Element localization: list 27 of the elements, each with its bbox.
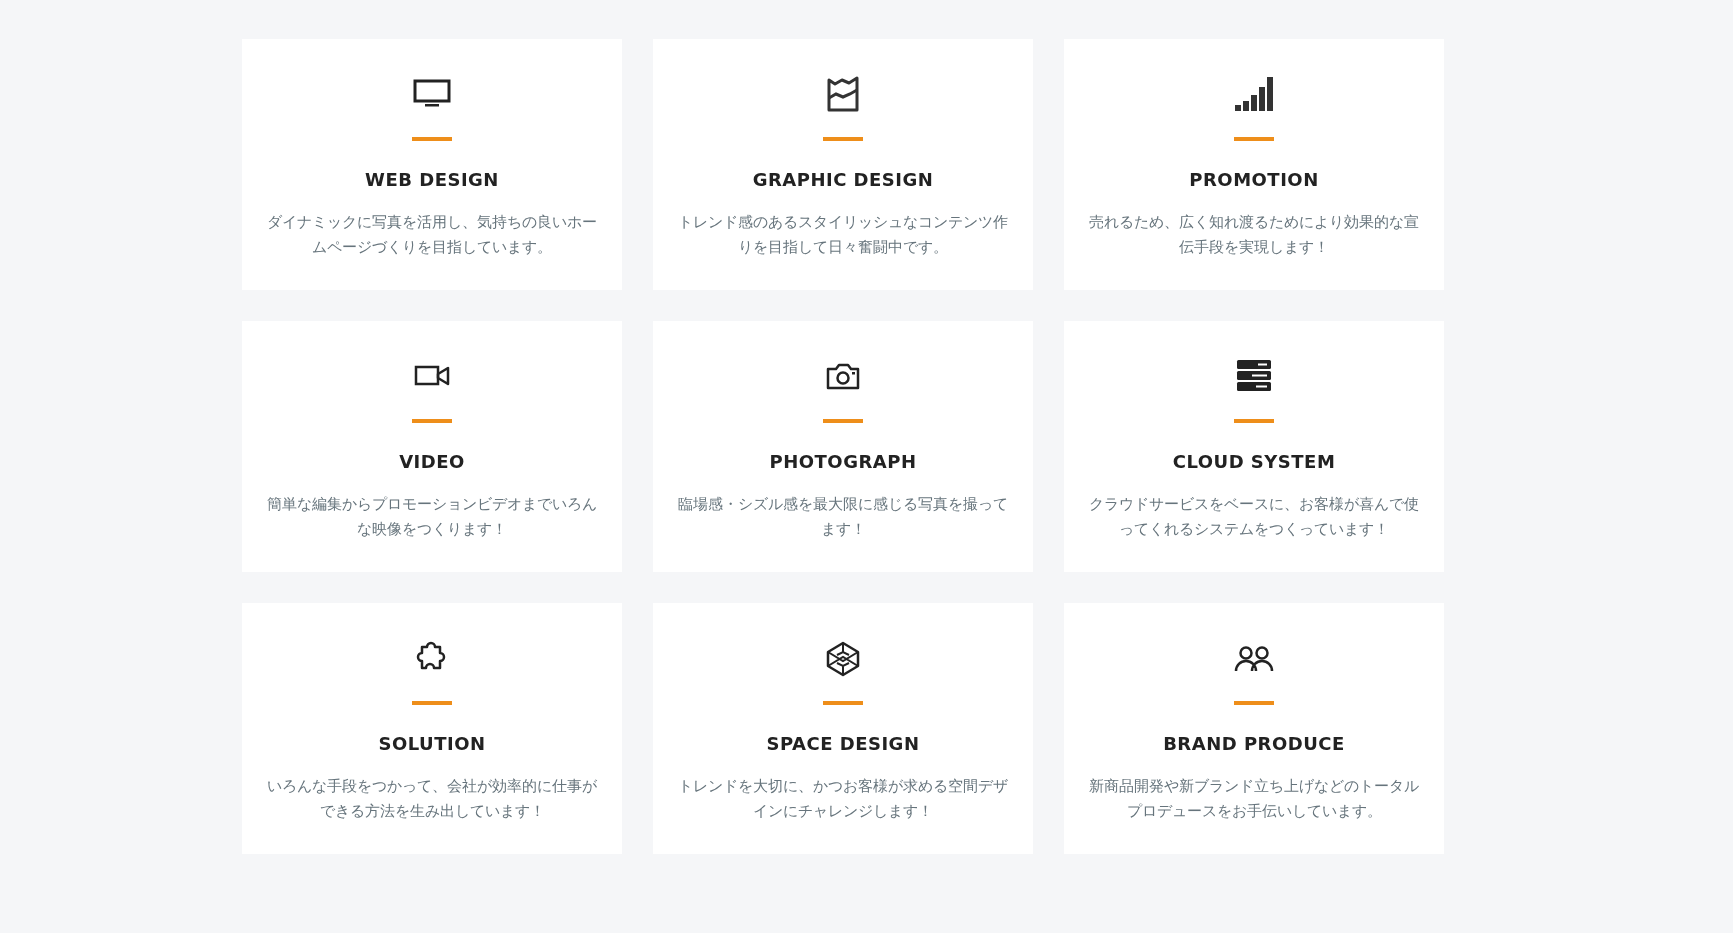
accent-bar	[412, 701, 452, 705]
accent-bar	[1234, 701, 1274, 705]
accent-bar	[1234, 419, 1274, 423]
service-title: BRAND PRODUCE	[1163, 733, 1345, 754]
service-title: GRAPHIC DESIGN	[752, 169, 934, 190]
service-title: SPACE DESIGN	[766, 733, 920, 754]
service-description: 売れるため、広く知れ渡るためにより効果的な宣伝手段を実現します！	[1089, 213, 1419, 257]
accent-bar	[823, 701, 863, 705]
service-description: 臨場感・シズル感を最大限に感じる写真を撮ってます！	[678, 495, 1008, 539]
service-description: いろんな手段をつかって、会社が効率的に仕事ができる方法を生み出しています！	[267, 777, 597, 821]
accent-bar	[412, 137, 452, 141]
service-title: CLOUD SYSTEM	[1172, 451, 1336, 472]
service-description: トレンド感のあるスタイリッシュなコンテンツ作りを目指して日々奮闘中です。	[678, 213, 1008, 257]
service-description: ダイナミックに写真を活用し、気持ちの良いホームページづくりを目指しています。	[267, 213, 597, 257]
service-description: 簡単な編集からプロモーションビデオまでいろんな映像をつくります！	[267, 495, 597, 539]
service-description: クラウドサービスをベースに、お客様が喜んで使ってくれるシステムをつくっています！	[1089, 495, 1419, 539]
service-title: PHOTOGRAPH	[769, 451, 917, 472]
accent-bar	[1234, 137, 1274, 141]
service-description: トレンドを大切に、かつお客様が求める空間デザインにチャレンジします！	[678, 777, 1008, 821]
service-title: SOLUTION	[378, 733, 486, 754]
service-title: WEB DESIGN	[365, 169, 499, 190]
accent-bar	[823, 419, 863, 423]
accent-bar	[412, 419, 452, 423]
service-title: PROMOTION	[1189, 169, 1319, 190]
accent-bar	[823, 137, 863, 141]
service-title: VIDEO	[399, 451, 465, 472]
service-description: 新商品開発や新ブランド立ち上げなどのトータルプロデュースをお手伝いしています。	[1089, 777, 1419, 821]
